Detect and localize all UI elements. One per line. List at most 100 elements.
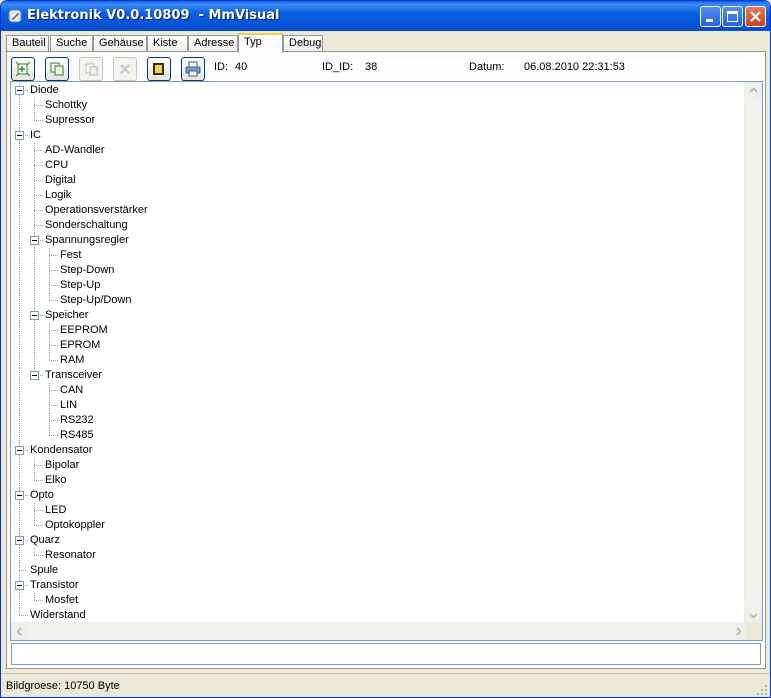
- folder-icon: [153, 63, 164, 75]
- scroll-up-button[interactable]: [745, 82, 762, 99]
- tree-node[interactable]: Elko: [45, 473, 66, 488]
- tree-node[interactable]: EPROM: [60, 338, 100, 353]
- app-pencil-icon: [8, 9, 22, 23]
- tab-adresse[interactable]: Adresse: [188, 35, 238, 52]
- tree-node[interactable]: Transistor: [30, 578, 79, 593]
- id-id-label: ID_ID:: [322, 61, 354, 73]
- horizontal-scrollbar[interactable]: [11, 622, 747, 640]
- minimize-icon: [706, 19, 713, 22]
- tree-node[interactable]: Opto: [30, 488, 54, 503]
- folder-button[interactable]: [147, 57, 171, 81]
- tab-debug[interactable]: Debug: [283, 35, 323, 52]
- id-value: 40: [235, 61, 248, 73]
- arrow-up-icon: [749, 87, 758, 93]
- tree-node[interactable]: Optokoppler: [45, 518, 105, 533]
- tree-node[interactable]: Resonator: [45, 548, 96, 563]
- print-button[interactable]: [181, 57, 205, 81]
- tree-guide-lines: [19, 503, 44, 518]
- tree-node[interactable]: Quarz: [30, 533, 60, 548]
- tree-node[interactable]: RS232: [60, 413, 94, 428]
- tree-node[interactable]: Supressor: [45, 113, 95, 128]
- tree-node[interactable]: Diode: [30, 83, 59, 98]
- vertical-scrollbar[interactable]: [744, 82, 762, 624]
- tree-node[interactable]: RAM: [60, 353, 84, 368]
- tree-node[interactable]: Operationsverstärker: [45, 203, 148, 218]
- tree-node[interactable]: Fest: [60, 248, 81, 263]
- tree-guide-lines: [19, 458, 44, 473]
- close-button[interactable]: [745, 6, 766, 27]
- tree-guide-lines: [19, 203, 44, 218]
- printer-icon: [185, 61, 201, 77]
- copy-button[interactable]: [45, 57, 69, 81]
- tree-node[interactable]: LIN: [60, 398, 77, 413]
- tree-guide-lines: [19, 383, 59, 398]
- add-node-button[interactable]: [11, 57, 35, 81]
- tab-bauteil[interactable]: Bauteil: [6, 35, 49, 52]
- tree-guide-lines: [19, 293, 59, 308]
- tree-content: Diode Schottky Supressor IC AD-Wandler CPU Dig…: [11, 82, 747, 624]
- tree-guide-lines: [19, 593, 44, 608]
- tab-kiste[interactable]: Kiste: [147, 35, 188, 52]
- delete-button[interactable]: [113, 57, 137, 81]
- tree-node[interactable]: Transceiver: [45, 368, 102, 383]
- tree-guide-lines: [19, 428, 59, 443]
- tree-guide-lines: [19, 338, 59, 353]
- title-bar[interactable]: Elektronik V0.0.10809 - MmVisual: [1, 1, 770, 31]
- tree-guide-lines: [19, 173, 44, 188]
- tree-node[interactable]: RS485: [60, 428, 94, 443]
- tree-node[interactable]: EEPROM: [60, 323, 108, 338]
- delete-icon: [120, 64, 130, 74]
- tab-gehaeuse[interactable]: Gehäuse: [93, 35, 147, 52]
- tree-node[interactable]: Digital: [45, 173, 76, 188]
- tree-node[interactable]: CAN: [60, 383, 83, 398]
- tree-node[interactable]: Kondensator: [30, 443, 92, 458]
- tree-guide-lines: [19, 218, 44, 233]
- tree-node[interactable]: Spule: [30, 563, 58, 578]
- input-field[interactable]: [11, 643, 761, 665]
- collapse-icon[interactable]: [15, 446, 24, 455]
- tree-node[interactable]: Speicher: [45, 308, 88, 323]
- tab-suche[interactable]: Suche: [50, 35, 93, 52]
- paste-icon: [85, 63, 98, 76]
- tree-node[interactable]: Logik: [45, 188, 71, 203]
- tree-guide-lines: [19, 518, 44, 533]
- datum-label: Datum:: [469, 61, 505, 73]
- tree-node[interactable]: Step-Up: [60, 278, 100, 293]
- collapse-icon[interactable]: [15, 536, 24, 545]
- tree-node[interactable]: Spannungsregler: [45, 233, 129, 248]
- resize-grip-icon[interactable]: [756, 684, 768, 696]
- collapse-icon[interactable]: [30, 311, 39, 320]
- tree-node[interactable]: Schottky: [45, 98, 87, 113]
- app-window: Elektronik V0.0.10809 - MmVisual Bauteil…: [0, 0, 771, 698]
- collapse-icon[interactable]: [15, 86, 24, 95]
- collapse-icon[interactable]: [15, 131, 24, 140]
- tree-guide-lines: [19, 398, 59, 413]
- tree-node[interactable]: Mosfet: [45, 593, 78, 608]
- datum-value: 06.08.2010 22:31:53: [524, 61, 625, 73]
- tree-node[interactable]: IC: [30, 128, 41, 143]
- tree-guide-lines: [19, 278, 59, 293]
- collapse-icon[interactable]: [15, 491, 24, 500]
- tree-node[interactable]: AD-Wandler: [45, 143, 105, 158]
- type-tree[interactable]: Diode Schottky Supressor IC AD-Wandler CPU Dig…: [10, 81, 763, 641]
- minimize-button[interactable]: [700, 6, 721, 27]
- tree-node[interactable]: LED: [45, 503, 66, 518]
- collapse-icon[interactable]: [15, 581, 24, 590]
- scroll-down-button[interactable]: [745, 607, 762, 624]
- tree-node[interactable]: Widerstand: [30, 608, 86, 623]
- tree-node[interactable]: Sonderschaltung: [45, 218, 128, 233]
- tree-guide-lines: [19, 188, 44, 203]
- tree-node[interactable]: CPU: [45, 158, 68, 173]
- maximize-button[interactable]: [722, 6, 743, 27]
- tree-guide-lines: [19, 323, 59, 338]
- tree-guide-lines: [19, 413, 59, 428]
- tree-node[interactable]: Step-Up/Down: [60, 293, 132, 308]
- tree-node[interactable]: Bipolar: [45, 458, 79, 473]
- scroll-left-button[interactable]: [11, 623, 28, 640]
- collapse-icon[interactable]: [30, 371, 39, 380]
- tab-typ[interactable]: Typ: [238, 33, 283, 53]
- status-text: Bildgroese: 10750 Byte: [6, 680, 120, 692]
- paste-button[interactable]: [79, 57, 103, 81]
- collapse-icon[interactable]: [30, 236, 39, 245]
- tree-node[interactable]: Step-Down: [60, 263, 114, 278]
